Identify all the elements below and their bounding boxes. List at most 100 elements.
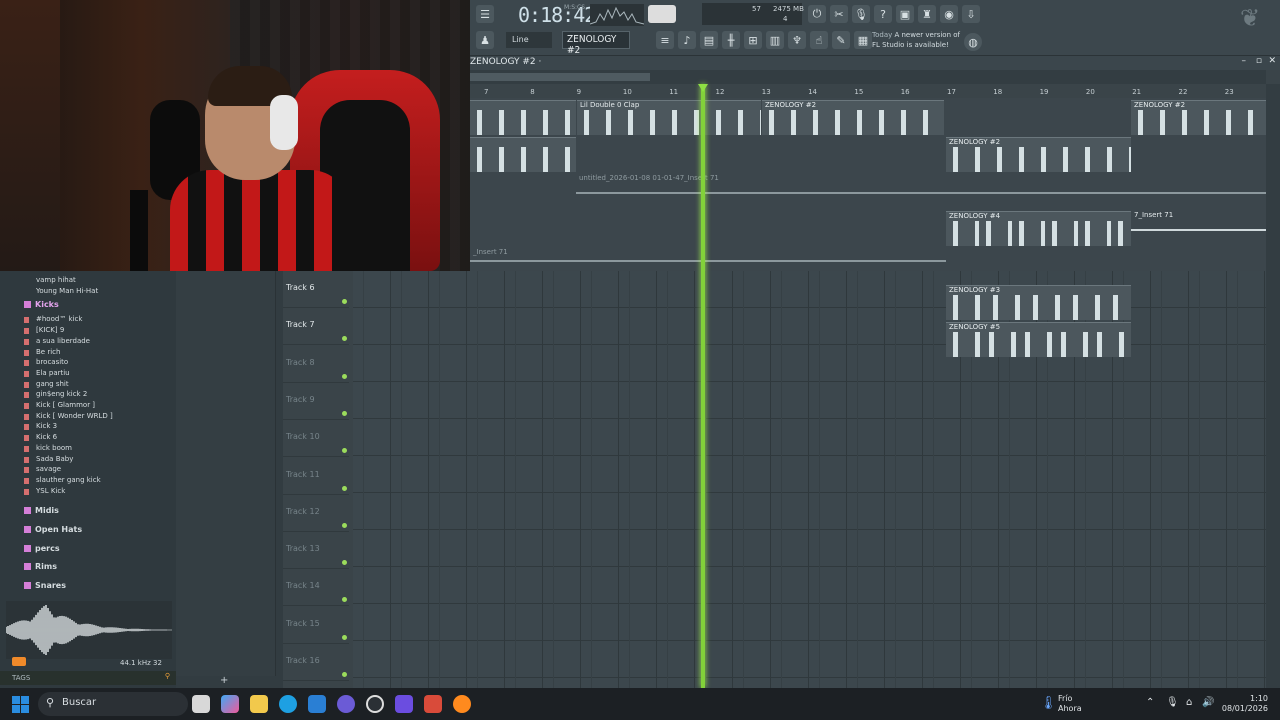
mic-icon[interactable]: 🎙 xyxy=(852,5,870,23)
notes-icon[interactable]: ▦ xyxy=(854,31,872,49)
track-mute-led[interactable] xyxy=(342,522,347,528)
browser-file[interactable]: kick boom xyxy=(0,444,172,454)
pattern-select[interactable]: ZENOLOGY #2 xyxy=(562,31,630,56)
track-header[interactable]: Track 11 xyxy=(283,458,349,495)
plugin-icon[interactable]: ♜ xyxy=(918,5,936,23)
metronome-icon[interactable]: ♟ xyxy=(476,31,494,49)
track-header[interactable]: Track 12 xyxy=(283,495,349,532)
obs-icon[interactable] xyxy=(366,695,384,713)
channel-rack-icon[interactable]: ▤ xyxy=(700,31,718,49)
app-icon[interactable] xyxy=(395,695,413,713)
minimize-icon[interactable]: – xyxy=(1242,56,1247,66)
pattern-clip[interactable]: ZENOLOGY #2 xyxy=(762,100,944,135)
browser-folder[interactable]: percs xyxy=(0,541,172,557)
browser-file[interactable]: savage xyxy=(0,465,172,475)
browser-file[interactable]: slauther gang kick xyxy=(0,476,172,486)
browser-file[interactable]: Kick 6 xyxy=(0,433,172,443)
chevron-up-icon[interactable]: ⌃ xyxy=(1146,697,1154,708)
track-header[interactable]: Track 16 xyxy=(283,644,349,681)
playhead[interactable] xyxy=(701,84,705,688)
help-icon[interactable]: ? xyxy=(874,5,892,23)
copilot-icon[interactable] xyxy=(221,695,239,713)
export-icon[interactable]: ⇩ xyxy=(962,5,980,23)
plugin-picker-icon[interactable]: ♆ xyxy=(788,31,806,49)
track-mute-led[interactable] xyxy=(342,448,347,454)
track-header[interactable]: Track 15 xyxy=(283,607,349,644)
track-header[interactable]: Track 8 xyxy=(283,346,349,383)
track-header[interactable]: Track 9 xyxy=(283,383,349,420)
clock[interactable]: 1:10 08/01/2026 xyxy=(1222,694,1268,714)
menu-icon[interactable]: ☰ xyxy=(476,5,494,23)
audio-clip[interactable]: 7_Insert 71 xyxy=(1131,211,1266,246)
playlist-overview[interactable] xyxy=(470,70,1266,84)
pattern-clip[interactable]: ZENOLOGY #2 xyxy=(946,137,1131,172)
track-mute-led[interactable] xyxy=(342,299,347,304)
power-icon[interactable]: ⏻ xyxy=(808,5,826,23)
cut-icon[interactable]: ✂ xyxy=(830,5,848,23)
pattern-clip[interactable] xyxy=(470,137,576,172)
track-header[interactable]: Track 13 xyxy=(283,532,349,570)
fl-studio-icon[interactable] xyxy=(453,695,471,713)
file-explorer-icon[interactable] xyxy=(250,695,268,713)
browser-folder[interactable]: Midis xyxy=(0,503,172,519)
volume-icon[interactable]: 🔊 xyxy=(1202,697,1214,708)
browser-file[interactable]: Kick [ Glammor ] xyxy=(0,401,172,411)
browser-file[interactable]: Ela partiu xyxy=(0,369,172,379)
browser-icon[interactable]: ⊞ xyxy=(744,31,762,49)
save-icon[interactable]: ▣ xyxy=(896,5,914,23)
pattern-clip[interactable] xyxy=(470,100,576,135)
pattern-clip[interactable]: Lil Double 0 Clap xyxy=(577,100,761,135)
pattern-clip[interactable]: ZENOLOGY #2 xyxy=(1131,100,1266,135)
track-mute-led[interactable] xyxy=(342,672,347,677)
discord-icon[interactable] xyxy=(337,695,355,713)
browser-file[interactable]: gin$eng kick 2 xyxy=(0,390,172,400)
track-header[interactable]: Track 7 xyxy=(283,308,349,346)
mixer-icon[interactable]: ╫ xyxy=(722,31,740,49)
maximize-icon[interactable]: ▫ xyxy=(1256,56,1262,66)
browser-file[interactable]: Kick 3 xyxy=(0,422,172,432)
store-icon[interactable] xyxy=(308,695,326,713)
add-icon[interactable]: + xyxy=(220,675,228,686)
network-icon[interactable]: ⌂ xyxy=(1186,697,1192,708)
piano-roll-icon[interactable]: ♪ xyxy=(678,31,696,49)
browser-folder[interactable]: Snares xyxy=(0,578,172,594)
track-mute-led[interactable] xyxy=(342,634,347,640)
preview-play-icon[interactable] xyxy=(12,657,26,666)
browser-folder[interactable]: Open Hats xyxy=(0,522,172,538)
audio-clip[interactable]: untitled_2026-01-08 01-01-47_Insert 71 xyxy=(576,174,1266,209)
browser-file[interactable]: Young Man Hi-Hat xyxy=(0,287,172,297)
globe-icon[interactable]: ◍ xyxy=(964,33,982,51)
track-mute-led[interactable] xyxy=(342,560,347,566)
track-mute-led[interactable] xyxy=(342,336,347,342)
touch-icon[interactable]: ☝ xyxy=(810,31,828,49)
track-mute-led[interactable] xyxy=(342,597,347,603)
tags-bar[interactable]: TAGS ⚲ xyxy=(0,671,176,685)
browser-file[interactable]: [KICK] 9 xyxy=(0,326,172,336)
browser-file[interactable]: Sada Baby xyxy=(0,455,172,465)
track-mute-led[interactable] xyxy=(342,485,347,491)
overview-window[interactable] xyxy=(470,73,650,81)
app-icon[interactable] xyxy=(424,695,442,713)
pattern-clip[interactable]: ZENOLOGY #5 xyxy=(946,322,1131,357)
vertical-scrollbar[interactable] xyxy=(1266,84,1280,688)
browser-file[interactable]: #hood™ kick xyxy=(0,315,172,325)
mic-tray-icon[interactable]: 🎙 xyxy=(1166,697,1179,708)
browser-file[interactable]: Kick [ Wonder WRLD ] xyxy=(0,412,172,422)
browser-file[interactable]: YSL Kick xyxy=(0,487,172,497)
browser-folder-kicks[interactable]: Kicks xyxy=(0,297,172,313)
playlist-pattern-name[interactable]: ZENOLOGY #2 · xyxy=(470,57,541,67)
windows-start-icon[interactable] xyxy=(12,696,30,714)
pattern-clip[interactable]: ZENOLOGY #3 xyxy=(946,285,1131,320)
browser-file[interactable]: a sua liberdade xyxy=(0,337,172,347)
track-header[interactable]: Track 14 xyxy=(283,569,349,607)
track-mute-led[interactable] xyxy=(342,373,347,379)
track-header[interactable]: Track 6 xyxy=(283,271,349,308)
browser-file[interactable]: Be rich xyxy=(0,348,172,358)
script-icon[interactable]: ✎ xyxy=(832,31,850,49)
taskbar-search[interactable]: ⚲ Buscar xyxy=(38,692,188,716)
track-mute-led[interactable] xyxy=(342,410,347,416)
playlist-icon[interactable]: ≡ xyxy=(656,31,674,49)
browser-folder[interactable]: Rims xyxy=(0,559,172,575)
track-header[interactable]: Track 10 xyxy=(283,420,349,458)
edge-icon[interactable] xyxy=(279,695,297,713)
